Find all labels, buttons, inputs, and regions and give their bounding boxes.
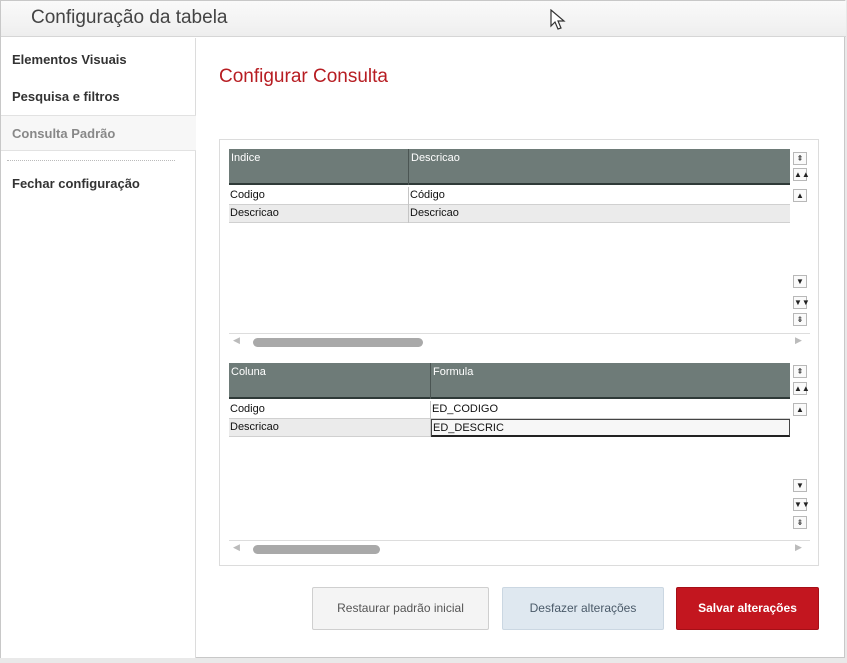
scroll-left-icon[interactable]: ◀ [233,335,240,346]
scroll-page-up-button[interactable]: ▲▲ [793,168,810,181]
scroll-page-up-button[interactable]: ▲▲ [793,382,810,395]
scroll-down-button[interactable]: ▼ [793,275,807,288]
grid-cell[interactable]: Codigo [229,187,409,205]
grid-cell[interactable]: Descricao [229,419,431,437]
page-title: Configurar Consulta [219,66,388,87]
scroll-page-down-button[interactable]: ▼▼ [793,296,810,309]
grid-header: Indice Descricao [229,149,790,185]
horizontal-scrollbar[interactable]: ◀ ▶ [229,333,810,349]
formula-grid[interactable]: Coluna Formula Codigo ED_CODIGO Descrica… [229,363,810,560]
scrollbar-thumb[interactable] [253,338,423,347]
grid-header: Coluna Formula [229,363,790,399]
grid-cell[interactable]: Descricao [229,205,409,223]
scroll-top-button[interactable]: ⇞ [793,365,807,378]
scroll-bottom-button[interactable]: ⇟ [793,516,807,529]
scroll-bottom-button[interactable]: ⇟ [793,313,807,326]
scroll-down-button[interactable]: ▼ [793,479,807,492]
scroll-left-icon[interactable]: ◀ [233,542,240,553]
table-row[interactable]: Codigo Código [229,187,790,205]
table-row[interactable]: Codigo ED_CODIGO [229,401,790,419]
sidebar-item-label: Elementos Visuais [12,52,127,67]
sidebar: Elementos Visuais Pesquisa e filtros Con… [1,38,196,658]
table-row[interactable]: Descricao Descricao [229,205,790,223]
save-changes-button[interactable]: Salvar alterações [676,587,819,630]
grid-cell[interactable]: ED_CODIGO [431,401,790,419]
title-bar: Configuração da tabela [1,1,846,37]
scroll-top-button[interactable]: ⇞ [793,152,807,165]
column-header-descricao[interactable]: Descricao [409,149,790,185]
scroll-right-icon[interactable]: ▶ [795,335,802,346]
index-grid[interactable]: Indice Descricao Codigo Código Descricao… [229,149,810,349]
sidebar-item-consulta-padrao[interactable]: Consulta Padrão [1,115,196,151]
horizontal-scrollbar[interactable]: ◀ ▶ [229,540,810,556]
sidebar-item-pesquisa-filtros[interactable]: Pesquisa e filtros [1,79,196,115]
formula-edit-cell[interactable]: ED_DESCRIC [431,419,790,437]
sidebar-item-label: Fechar configuração [12,176,140,191]
scroll-page-down-button[interactable]: ▼▼ [793,498,810,511]
sidebar-item-label: Pesquisa e filtros [12,89,120,104]
undo-changes-button[interactable]: Desfazer alterações [502,587,664,630]
grid-cell[interactable]: Codigo [229,401,431,419]
window-title: Configuração da tabela [31,7,228,28]
column-header-formula[interactable]: Formula [431,363,790,399]
sidebar-item-fechar-configuracao[interactable]: Fechar configuração [1,166,196,202]
scroll-right-icon[interactable]: ▶ [795,542,802,553]
table-row[interactable]: Descricao ED_DESCRIC [229,419,790,437]
restore-defaults-button[interactable]: Restaurar padrão inicial [312,587,489,630]
scroll-up-button[interactable]: ▲ [793,189,807,202]
column-header-indice[interactable]: Indice [229,149,409,185]
column-header-coluna[interactable]: Coluna [229,363,431,399]
sidebar-item-elementos-visuais[interactable]: Elementos Visuais [1,42,196,78]
mouse-cursor-icon [550,9,566,30]
sidebar-item-label: Consulta Padrão [12,126,116,141]
sidebar-divider [7,160,175,161]
grid-cell[interactable]: Código [409,187,790,205]
grid-cell[interactable]: Descricao [409,205,790,223]
scrollbar-thumb[interactable] [253,545,380,554]
scroll-up-button[interactable]: ▲ [793,403,807,416]
